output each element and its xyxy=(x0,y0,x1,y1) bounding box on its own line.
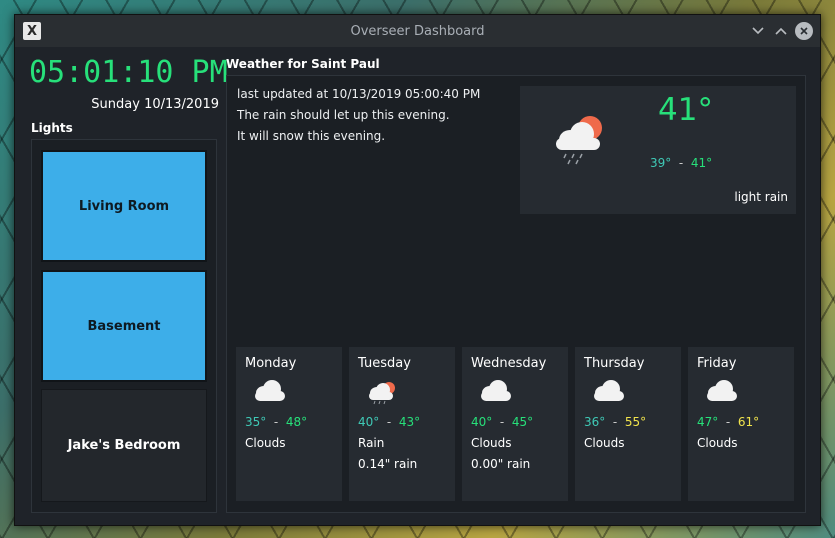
range-separator: - xyxy=(725,415,731,429)
cloud-icon xyxy=(707,380,737,401)
title-bar[interactable]: X Overseer Dashboard xyxy=(15,15,820,47)
light-label: Basement xyxy=(87,318,161,334)
cloud-icon xyxy=(594,380,624,401)
maximize-button[interactable] xyxy=(771,21,791,41)
forecast-card-friday: Friday 47° - 61° Clouds xyxy=(688,347,794,501)
forecast-condition: Rain xyxy=(358,436,385,450)
range-separator: - xyxy=(499,415,505,429)
minimize-button[interactable] xyxy=(748,21,768,41)
close-button[interactable] xyxy=(794,21,814,41)
forecast-condition: Clouds xyxy=(584,436,625,450)
forecast-low: 47° xyxy=(697,415,719,429)
forecast-card-wednesday: Wednesday 40° - 45° Clouds 0.00" rain xyxy=(462,347,568,501)
forecast-condition: Clouds xyxy=(471,436,512,450)
forecast-range: 40° - 43° xyxy=(358,415,420,429)
current-temp-range: 39° - 41° xyxy=(650,156,712,170)
forecast-low: 36° xyxy=(584,415,606,429)
forecast-high: 45° xyxy=(511,415,534,429)
forecast-card-monday: Monday 35° - 48° Clouds xyxy=(236,347,342,501)
app-window: X Overseer Dashboard 05:01:10 PM Sunday … xyxy=(14,14,821,526)
range-separator: - xyxy=(273,415,279,429)
forecast-range: 47° - 61° xyxy=(697,415,759,429)
cloud-icon xyxy=(255,380,285,401)
forecast-range: 36° - 55° xyxy=(584,415,646,429)
light-toggle-living-room[interactable]: Living Room xyxy=(41,150,207,262)
forecast-card-thursday: Thursday 36° - 55° Clouds xyxy=(575,347,681,501)
light-toggle-basement[interactable]: Basement xyxy=(41,270,207,382)
app-icon[interactable]: X xyxy=(23,22,41,40)
clock-time: 05:01:10 PM xyxy=(29,55,228,90)
weather-heading: Weather for Saint Paul xyxy=(226,57,380,71)
lights-heading: Lights xyxy=(31,121,73,135)
forecast-range: 35° - 48° xyxy=(245,415,307,429)
chevron-up-icon xyxy=(775,27,787,35)
weather-note: The rain should let up this evening. xyxy=(237,108,450,122)
current-condition: light rain xyxy=(734,190,788,204)
forecast-high: 48° xyxy=(285,415,308,429)
forecast-condition: Clouds xyxy=(697,436,738,450)
forecast-card-tuesday: Tuesday 40° - 43° Rain 0.14" rain xyxy=(349,347,455,501)
current-low: 39° xyxy=(650,156,672,170)
rain-cloud-sun-icon xyxy=(556,116,602,165)
range-separator: - xyxy=(678,156,684,170)
forecast-range: 40° - 45° xyxy=(471,415,533,429)
window-title: Overseer Dashboard xyxy=(350,23,485,39)
cloud-icon xyxy=(481,380,511,401)
forecast-day: Wednesday xyxy=(471,356,547,371)
forecast-low: 40° xyxy=(358,415,380,429)
forecast-high: 43° xyxy=(398,415,421,429)
light-label: Living Room xyxy=(78,198,170,214)
last-updated-text: last updated at 10/13/2019 05:00:40 PM xyxy=(237,87,481,101)
current-high: 41° xyxy=(690,156,713,170)
current-temperature: 41° xyxy=(658,92,713,128)
light-label: Jake's Bedroom xyxy=(67,438,181,453)
forecast-high: 55° xyxy=(624,415,647,429)
light-toggle-jakes-bedroom[interactable]: Jake's Bedroom xyxy=(41,389,207,502)
close-icon xyxy=(795,22,813,40)
lights-panel: Living Room Basement Jake's Bedroom xyxy=(31,139,217,513)
range-separator: - xyxy=(612,415,618,429)
forecast-day: Tuesday xyxy=(358,356,411,371)
forecast-low: 40° xyxy=(471,415,493,429)
clock-date: Sunday 10/13/2019 xyxy=(91,97,219,112)
forecast-rain: 0.14" rain xyxy=(358,457,418,471)
forecast-condition: Clouds xyxy=(245,436,286,450)
forecast-low: 35° xyxy=(245,415,267,429)
forecast-day: Monday xyxy=(245,356,297,371)
chevron-down-icon xyxy=(752,27,764,35)
forecast-day: Friday xyxy=(697,356,737,371)
rain-cloud-sun-icon xyxy=(369,382,395,405)
forecast-high: 61° xyxy=(737,415,760,429)
weather-note: It will snow this evening. xyxy=(237,129,386,143)
weather-panel: last updated at 10/13/2019 05:00:40 PM T… xyxy=(226,75,806,513)
forecast-day: Thursday xyxy=(584,356,645,371)
forecast-rain: 0.00" rain xyxy=(471,457,531,471)
range-separator: - xyxy=(386,415,392,429)
current-weather-card: 41° 39° - 41° light rain xyxy=(520,86,796,214)
